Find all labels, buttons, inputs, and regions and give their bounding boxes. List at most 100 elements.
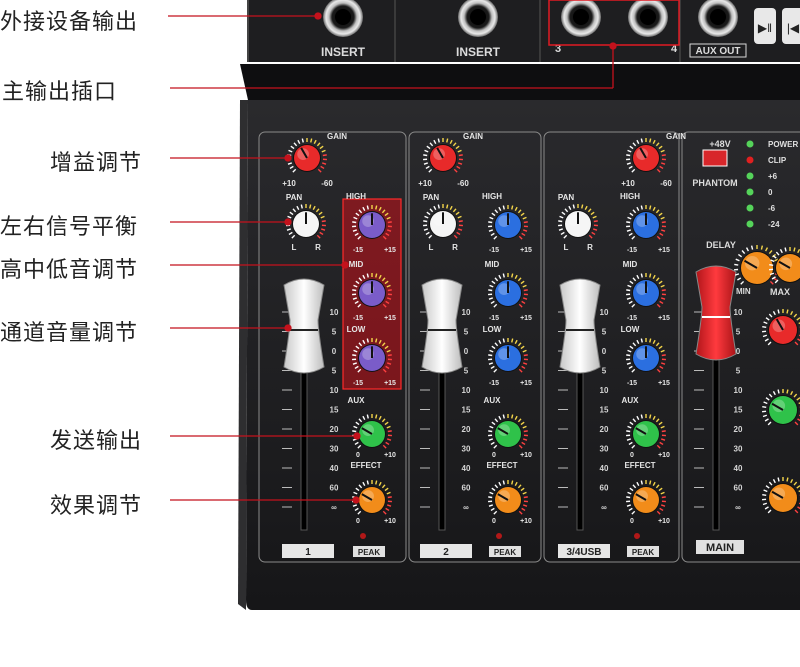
meter-led — [746, 140, 754, 148]
eq-min-label: -15 — [353, 380, 363, 387]
knob-tick — [488, 221, 493, 224]
knob-tick — [352, 430, 357, 433]
knob-tick — [558, 220, 563, 223]
svg-text:▶‖: ▶‖ — [758, 21, 772, 35]
knob-tick — [511, 338, 514, 343]
aux-out-label: AUX OUT — [696, 46, 741, 57]
fader-scale-label: 60 — [330, 484, 339, 493]
aux-label: AUX — [348, 396, 366, 405]
knob-tick — [502, 205, 505, 210]
eq-min-label: -15 — [353, 247, 363, 254]
mixer-panel: INSERT INSERT 3 4 AUX OUT ▶‖ |◀ GAIN+10 … — [168, 0, 800, 610]
knob-tick — [640, 273, 643, 278]
fader-scale-label: 60 — [734, 484, 743, 493]
fader-scale-label: 5 — [464, 367, 469, 376]
knob-tick — [777, 389, 780, 394]
phantom-button[interactable] — [702, 149, 728, 167]
knob-tick — [366, 338, 369, 343]
eq-max-label: +15 — [658, 247, 670, 254]
usb-prev-button[interactable]: |◀ — [782, 8, 800, 44]
high-label: HIGH — [346, 192, 366, 201]
fader-scale-label: 5 — [736, 328, 741, 337]
usb-play-button[interactable]: ▶‖ — [754, 8, 776, 44]
fader-scale-label: ∞ — [601, 503, 607, 512]
eq-max-label: +15 — [520, 380, 532, 387]
knob-tick — [300, 204, 303, 209]
knob-tick — [375, 338, 378, 343]
knob-tick — [626, 430, 631, 433]
pan-r-label: R — [587, 243, 593, 252]
fader-scale-label: 10 — [734, 308, 743, 317]
meter-led — [746, 156, 754, 164]
channel-number-3/4USB: 3/4USB — [558, 544, 610, 558]
knob-tick — [786, 389, 789, 394]
fader-scale-label: 10 — [462, 308, 471, 317]
fader-scale-label: 20 — [734, 425, 743, 434]
gain-label: GAIN — [666, 132, 686, 141]
knob-tick — [661, 354, 666, 357]
insert-label-2: INSERT — [456, 45, 501, 59]
mid-label: MID — [349, 260, 364, 269]
knob-tick — [626, 354, 631, 357]
high-label: HIGH — [620, 192, 640, 201]
knob-tick — [649, 480, 652, 485]
pan-label: PAN — [286, 193, 303, 202]
knob-tick — [661, 496, 666, 499]
fader-scale-label: 5 — [332, 328, 337, 337]
meter-led — [746, 220, 754, 228]
fader-scale-label: 60 — [462, 484, 471, 493]
eq-max-label: +15 — [658, 380, 670, 387]
aux-min-label: 0 — [630, 452, 634, 459]
fader-scale-label: 40 — [600, 464, 609, 473]
fader-cap — [559, 278, 601, 374]
fader-scale-label: 40 — [330, 464, 339, 473]
knob-tick — [777, 477, 780, 482]
knob-tick — [488, 289, 493, 292]
knob-tick — [523, 354, 528, 357]
fader-scale-label: 0 — [602, 347, 607, 356]
knob-tick — [777, 309, 780, 314]
insert-label-1: INSERT — [321, 45, 366, 59]
knob-tick — [593, 220, 598, 223]
high-label: HIGH — [482, 192, 502, 201]
knob-tick — [366, 205, 369, 210]
pan-l-label: L — [429, 243, 434, 252]
low-label: LOW — [621, 325, 640, 334]
eq-max-label: +15 — [384, 380, 396, 387]
eq-max-label: +15 — [658, 315, 670, 322]
knob-tick — [640, 480, 643, 485]
knob-tick — [375, 273, 378, 278]
gain-max-label: -60 — [660, 179, 672, 188]
low-label: LOW — [347, 325, 366, 334]
eq-min-label: -15 — [489, 247, 499, 254]
effect-label: EFFECT — [624, 461, 655, 470]
meter-led — [746, 204, 754, 212]
peak-led — [360, 533, 366, 539]
eq-min-label: -15 — [627, 315, 637, 322]
fader-scale-label: ∞ — [463, 503, 469, 512]
meter-led — [746, 188, 754, 196]
fader-scale-label: 0 — [332, 347, 337, 356]
pan-label: PAN — [423, 193, 440, 202]
aux-max-label: +10 — [658, 452, 670, 459]
knob-tick — [437, 138, 440, 143]
knob-tick — [366, 480, 369, 485]
fader-scale-label: 20 — [462, 425, 471, 434]
gain-max-label: -60 — [457, 179, 469, 188]
effect-min-label: 0 — [630, 518, 634, 525]
fader-scale-label: 15 — [462, 406, 471, 415]
aux-min-label: 0 — [356, 452, 360, 459]
peak-badge: PEAK — [489, 546, 521, 557]
knob-tick — [762, 326, 767, 329]
knob-tick — [502, 414, 505, 419]
meter-label: CLIP — [768, 156, 787, 165]
pan-l-label: L — [564, 243, 569, 252]
meter-label: POWER — [768, 140, 798, 149]
effect-max-label: +10 — [520, 518, 532, 525]
knob-tick — [387, 354, 392, 357]
channel-number-1: 1 — [282, 544, 334, 558]
aux-label: AUX — [622, 396, 640, 405]
effect-label: EFFECT — [486, 461, 517, 470]
phantom-label: PHANTOM — [692, 178, 737, 188]
delay-min-label: MIN — [736, 287, 751, 296]
